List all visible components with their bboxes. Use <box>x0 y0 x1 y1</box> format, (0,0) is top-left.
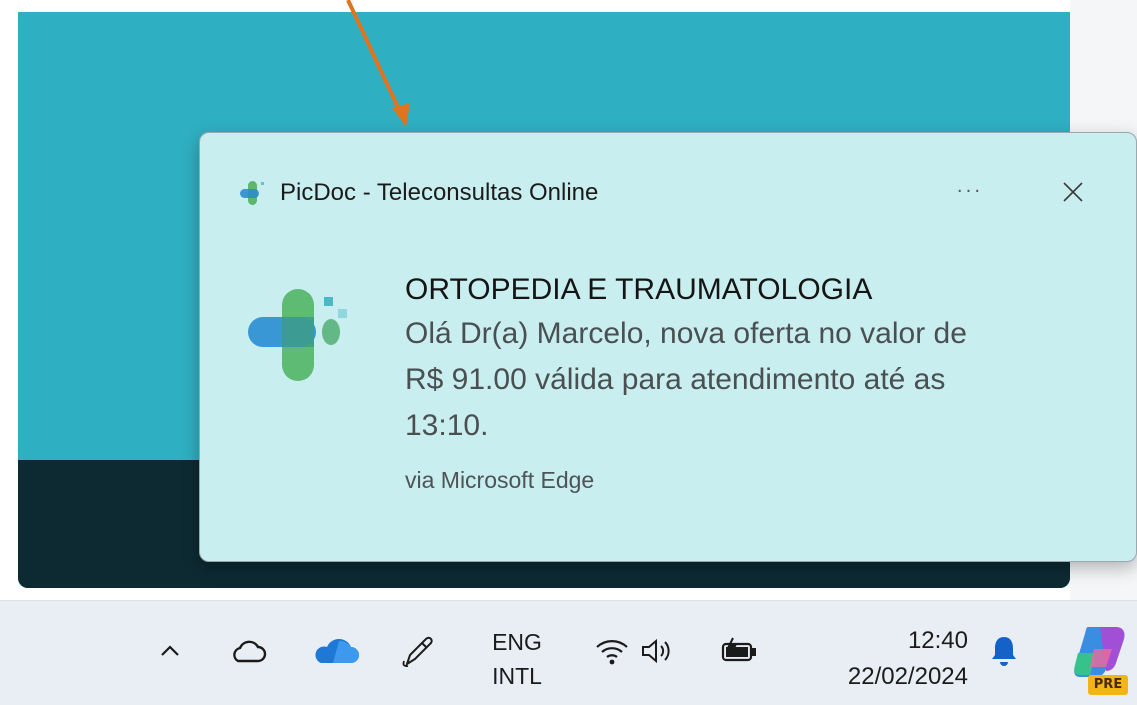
preview-badge: PRE <box>1088 675 1128 695</box>
copilot-icon <box>1074 627 1125 677</box>
toast-body: ORTOPEDIA E TRAUMATOLOGIA Olá Dr(a) Marc… <box>405 271 1105 494</box>
network-button[interactable] <box>592 631 632 671</box>
toast-header: PicDoc - Teleconsultas Online <box>236 173 598 213</box>
onedrive-icon <box>315 639 359 663</box>
toast-message-line: 13:10. <box>405 409 489 442</box>
cloud-icon <box>233 640 267 663</box>
onedrive-button[interactable] <box>312 631 360 671</box>
chevron-up-icon <box>161 645 179 656</box>
volume-icon <box>642 638 670 664</box>
bell-icon <box>992 637 1016 666</box>
toast-message: Olá Dr(a) Marcelo, nova oferta no valor … <box>405 311 1105 449</box>
toast-message-line: R$ 91.00 válida para atendimento até as <box>405 363 946 396</box>
clock[interactable]: 12:40 22/02/2024 <box>798 623 968 695</box>
volume-button[interactable] <box>636 631 678 671</box>
copilot-button[interactable] <box>1068 619 1132 683</box>
desktop-background <box>0 0 18 600</box>
pen-icon <box>402 636 433 668</box>
toast-title: ORTOPEDIA E TRAUMATOLOGIA <box>405 273 873 306</box>
toast-notification[interactable]: PicDoc - Teleconsultas Online ··· ORTOPE… <box>199 132 1137 562</box>
clock-time: 12:40 <box>907 627 968 654</box>
keyboard-layout: INTL <box>492 663 542 689</box>
battery-button[interactable] <box>716 631 764 671</box>
language-indicator[interactable]: ENG INTL <box>484 625 550 693</box>
toast-attribution: via Microsoft Edge <box>405 467 595 493</box>
close-button[interactable] <box>1052 175 1092 211</box>
toast-message-line: Olá Dr(a) Marcelo, nova oferta no valor … <box>405 317 967 350</box>
clock-date: 22/02/2024 <box>847 663 968 690</box>
battery-icon <box>721 637 756 662</box>
language-code: ENG <box>492 629 542 655</box>
notification-center-button[interactable] <box>984 631 1024 671</box>
close-icon <box>1063 182 1083 202</box>
more-options-button[interactable]: ··· <box>950 175 990 209</box>
pen-menu-button[interactable] <box>396 629 440 673</box>
picdoc-cross-logo-icon <box>248 289 347 381</box>
app-logo-icon <box>240 181 264 205</box>
show-hidden-icons-button[interactable] <box>150 631 190 671</box>
toast-app-name: PicDoc - Teleconsultas Online <box>280 179 599 206</box>
wifi-icon <box>596 640 628 665</box>
taskbar: ENG INTL 12:40 22/02/2024 PRE <box>0 600 1137 705</box>
cloud-button[interactable] <box>226 631 270 671</box>
